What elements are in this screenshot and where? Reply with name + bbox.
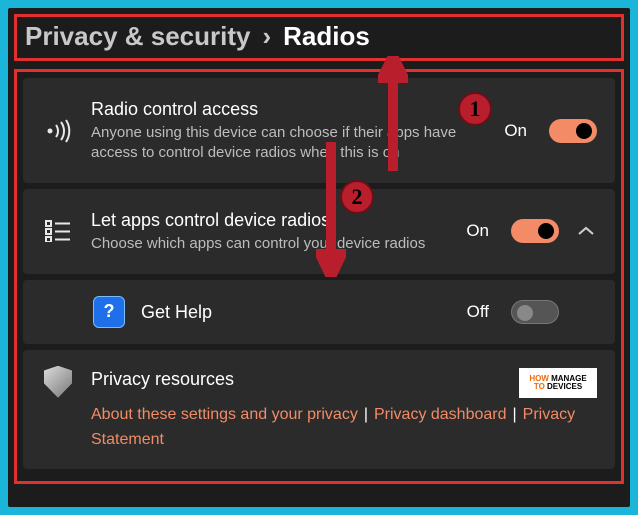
shield-icon bbox=[41, 366, 75, 398]
setting-subtitle: Choose which apps can control your devic… bbox=[91, 234, 450, 254]
link-about-settings-privacy[interactable]: About these settings and your privacy bbox=[91, 406, 358, 423]
resources-title: Privacy resources bbox=[91, 368, 234, 391]
setting-title: Radio control access bbox=[91, 98, 488, 121]
broadcast-icon bbox=[41, 119, 75, 143]
annotation-highlight-breadcrumb: Privacy & security › Radios bbox=[14, 14, 624, 61]
breadcrumb-separator: › bbox=[262, 21, 271, 52]
setting-row-radio-control-access[interactable]: Radio control access Anyone using this d… bbox=[23, 78, 615, 183]
let-apps-toggle[interactable] bbox=[511, 219, 559, 243]
get-help-app-icon: ? bbox=[93, 296, 125, 328]
toggle-state-label: On bbox=[466, 221, 489, 241]
get-help-toggle[interactable] bbox=[511, 300, 559, 324]
toggle-state-label: Off bbox=[467, 302, 489, 322]
list-icon bbox=[41, 220, 75, 242]
link-privacy-dashboard[interactable]: Privacy dashboard bbox=[374, 406, 507, 423]
resources-links: About these settings and your privacy|Pr… bbox=[91, 402, 597, 453]
setting-row-let-apps[interactable]: Let apps control device radios Choose wh… bbox=[23, 189, 615, 274]
annotation-highlight-content: Radio control access Anyone using this d… bbox=[14, 69, 624, 484]
app-row-get-help[interactable]: ? Get Help Off bbox=[23, 280, 615, 344]
setting-title: Let apps control device radios bbox=[91, 209, 450, 232]
privacy-resources-row: Privacy resources HOW MANAGE TO DEVICES … bbox=[23, 350, 615, 469]
breadcrumb-current: Radios bbox=[283, 21, 370, 52]
toggle-state-label: On bbox=[504, 121, 527, 141]
breadcrumb: Privacy & security › Radios bbox=[25, 21, 613, 52]
watermark-howtomanagedevices: HOW MANAGE TO DEVICES bbox=[519, 368, 597, 398]
breadcrumb-parent[interactable]: Privacy & security bbox=[25, 21, 250, 52]
settings-window: Privacy & security › Radios Radio contro… bbox=[8, 8, 630, 507]
chevron-up-icon[interactable] bbox=[575, 226, 597, 236]
setting-subtitle: Anyone using this device can choose if t… bbox=[91, 123, 488, 164]
app-title: Get Help bbox=[141, 301, 451, 324]
radio-control-access-toggle[interactable] bbox=[549, 119, 597, 143]
